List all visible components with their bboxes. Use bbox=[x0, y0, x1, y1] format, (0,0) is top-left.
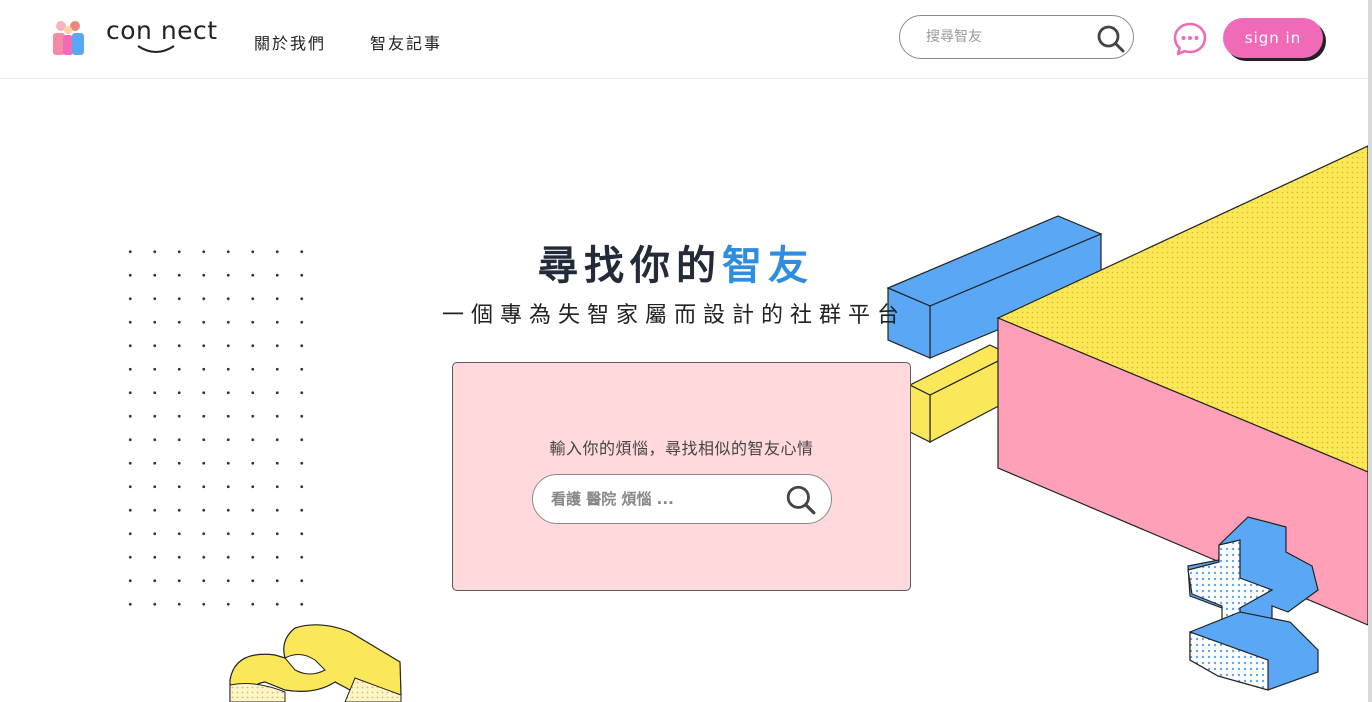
worry-search-box bbox=[532, 474, 832, 524]
top-navbar: con nect 關於我們 智友記事 sign in bbox=[0, 0, 1368, 79]
header-search-input[interactable] bbox=[924, 28, 1088, 46]
page-scrollbar[interactable] bbox=[1368, 0, 1372, 702]
worry-search-prompt: 輸入你的煩惱，尋找相似的智友心情 bbox=[549, 439, 814, 458]
logo-smile-icon bbox=[137, 45, 175, 53]
dot-grid-decoration bbox=[118, 240, 308, 612]
brand-name: con nect bbox=[106, 16, 218, 45]
worry-search-input[interactable] bbox=[549, 489, 773, 509]
hero-subtitle: 一個專為失智家屬而設計的社群平台 bbox=[442, 303, 907, 328]
nav-diary-link[interactable]: 智友記事 bbox=[370, 30, 442, 54]
search-icon[interactable] bbox=[785, 484, 817, 516]
chat-bubble-icon[interactable] bbox=[1172, 21, 1208, 57]
header-search bbox=[899, 15, 1134, 59]
worry-search-card: 輸入你的煩惱，尋找相似的智友心情 bbox=[452, 362, 911, 591]
people-logo-icon bbox=[53, 21, 84, 55]
hero-title-accent: 智友 bbox=[722, 243, 814, 289]
search-icon[interactable] bbox=[1096, 24, 1126, 54]
brand-logo[interactable]: con nect bbox=[52, 16, 222, 58]
yellow-shape-decoration bbox=[229, 624, 402, 702]
hero-title: 尋找你的智友 bbox=[538, 233, 814, 291]
sign-in-button[interactable]: sign in bbox=[1223, 18, 1323, 58]
blocks-decoration bbox=[886, 145, 1369, 691]
hero-title-main: 尋找你的 bbox=[538, 243, 722, 289]
nav-about-link[interactable]: 關於我們 bbox=[254, 30, 326, 54]
